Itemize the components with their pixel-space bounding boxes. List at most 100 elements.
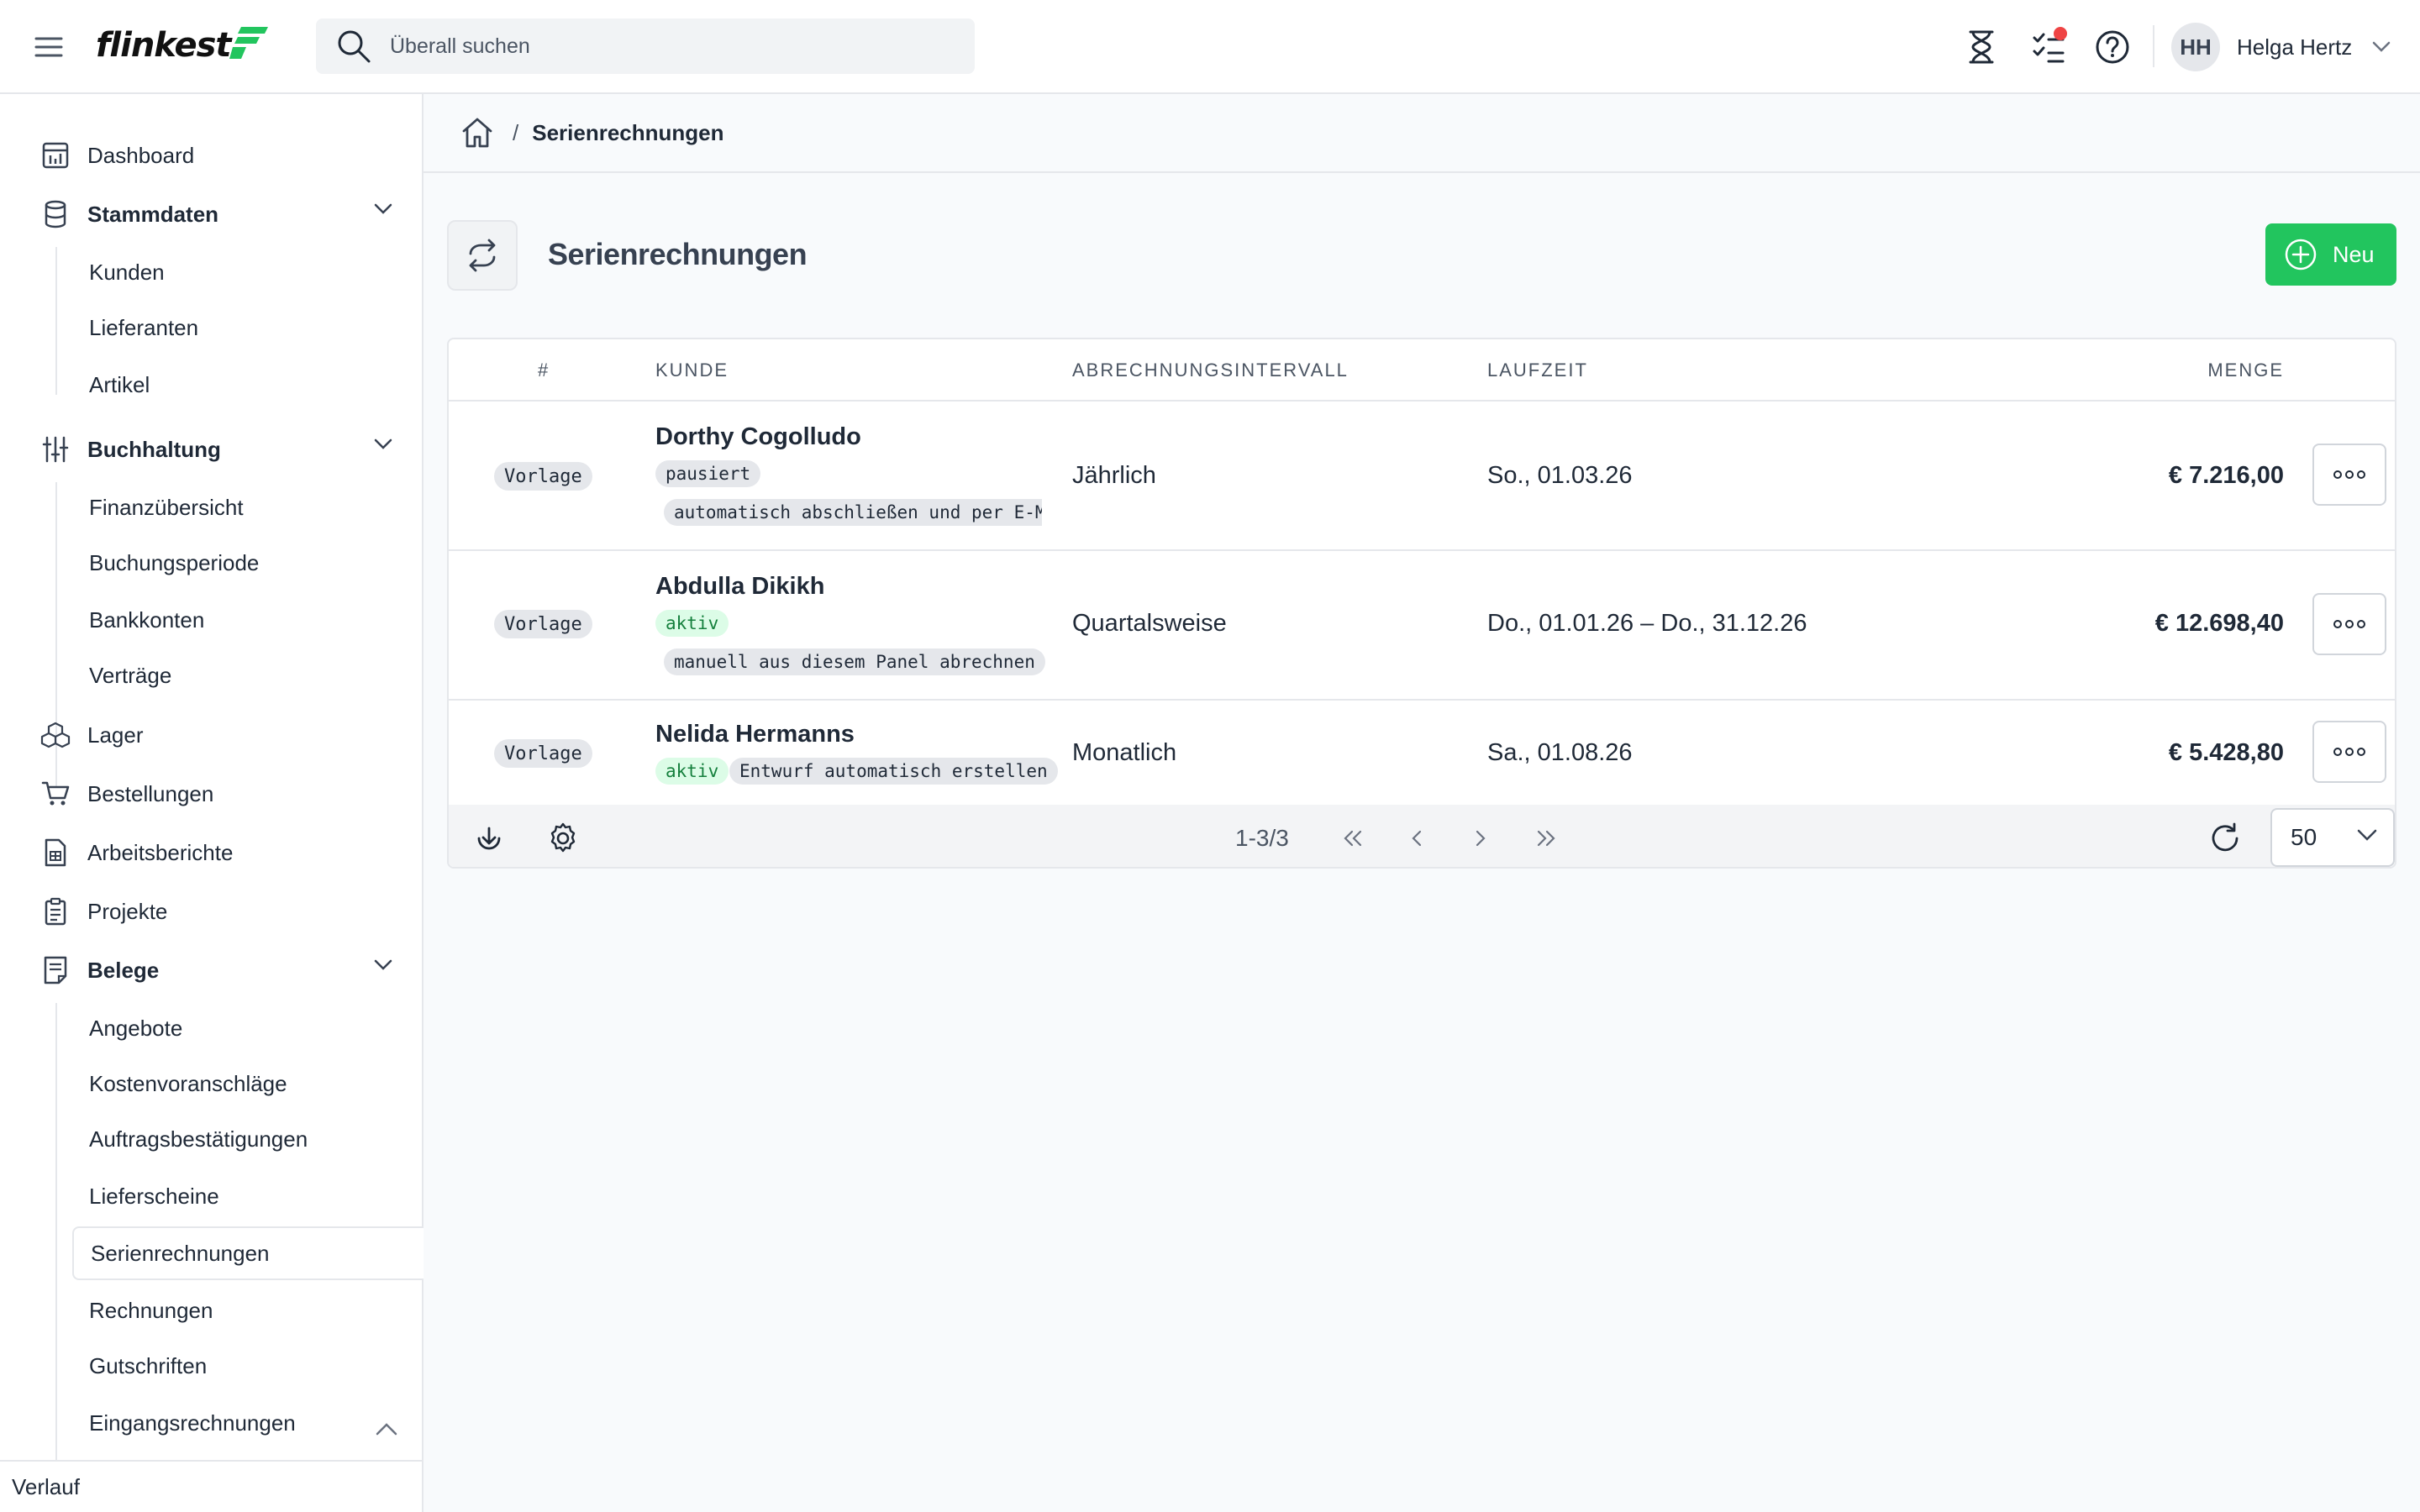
home-icon[interactable]	[459, 114, 496, 151]
sidebar-item-dashboard[interactable]: Dashboard	[40, 132, 393, 179]
sidebar-item-label: Bestellungen	[87, 780, 214, 806]
recurring-icon	[447, 220, 518, 291]
table-row[interactable]: Vorlage Nelida Hermanns aktiv Entwurf au…	[449, 701, 2395, 805]
sidebar-item-label: Lager	[87, 722, 144, 748]
table-footer: 1-3/3 50	[449, 805, 2395, 867]
pagination-range: 1-3/3	[1235, 825, 1289, 851]
sidebar-item-lager[interactable]: Lager	[40, 711, 393, 759]
term-value: So., 01.03.26	[1487, 462, 1633, 489]
breadcrumb-current: Serienrechnungen	[532, 119, 724, 145]
plus-circle-icon	[2285, 239, 2317, 270]
sidebar-item-gutschriften[interactable]: Gutschriften	[89, 1344, 417, 1388]
amount-value: € 5.428,80	[2168, 739, 2284, 766]
sidebar-item-projekte[interactable]: Projekte	[40, 888, 393, 935]
more-horizontal-icon	[2333, 620, 2365, 628]
row-actions-button[interactable]	[2312, 444, 2386, 506]
term-value: Sa., 01.08.26	[1487, 739, 1633, 766]
column-header-amount[interactable]: MENGE	[2207, 360, 2284, 381]
next-page-icon[interactable]	[1467, 825, 1494, 852]
sidebar-item-kostenvoranschlaege[interactable]: Kostenvoranschläge	[89, 1062, 417, 1105]
sidebar-item-finanzuebersicht[interactable]: Finanzübersicht	[89, 486, 417, 529]
task-list-icon[interactable]	[2027, 25, 2070, 69]
breadcrumb-separator: /	[513, 119, 519, 145]
new-button-label: Neu	[2333, 241, 2375, 267]
sidebar-item-auftragsbestaetigungen[interactable]: Auftragsbestätigungen	[89, 1117, 417, 1161]
row-actions-button[interactable]	[2312, 721, 2386, 783]
interval-value: Monatlich	[1072, 739, 1177, 766]
sidebar-item-angebote[interactable]: Angebote	[89, 1006, 417, 1050]
user-menu[interactable]: HH Helga Hertz	[2171, 22, 2391, 72]
template-badge: Vorlage	[494, 739, 592, 768]
sidebar-item-lieferanten[interactable]: Lieferanten	[89, 306, 417, 349]
document-icon	[40, 955, 71, 985]
user-name: Helga Hertz	[2237, 34, 2353, 60]
sidebar-item-rechnungen[interactable]: Rechnungen	[89, 1289, 417, 1332]
download-icon[interactable]	[472, 822, 506, 855]
sidebar-item-stammdaten[interactable]: Stammdaten	[40, 191, 393, 238]
hourglass-icon[interactable]	[1960, 25, 2003, 69]
sidebar-item-arbeitsberichte[interactable]: Arbeitsberichte	[40, 829, 393, 876]
help-icon[interactable]	[2091, 25, 2134, 69]
sidebar-item-lieferscheine[interactable]: Lieferscheine	[89, 1174, 417, 1218]
tree-line	[55, 247, 57, 395]
previous-page-icon[interactable]	[1403, 825, 1430, 852]
top-bar: flinkest HH Helga Hertz	[0, 0, 2420, 94]
per-page-value: 50	[2291, 824, 2317, 850]
sidebar-item-eingangsrechnungen[interactable]: Eingangsrechnungen	[89, 1401, 417, 1445]
dashboard-icon	[40, 140, 71, 171]
report-icon	[40, 837, 71, 868]
app-logo[interactable]: flinkest	[96, 22, 270, 69]
interval-value: Jährlich	[1072, 462, 1156, 489]
database-icon	[40, 199, 71, 229]
tree-line	[55, 1003, 57, 1504]
search-icon	[338, 30, 371, 63]
sidebar-item-vertraege[interactable]: Verträge	[89, 654, 417, 697]
sidebar-item-label: Belege	[87, 957, 160, 983]
chevron-up-icon[interactable]	[375, 1421, 398, 1436]
sidebar-item-serienrechnungen[interactable]: Serienrechnungen	[72, 1226, 424, 1280]
settings-gear-icon[interactable]	[546, 822, 580, 855]
column-header-interval[interactable]: ABRECHNUNGSINTERVALL	[1072, 360, 1349, 381]
chevron-down-icon	[374, 959, 392, 970]
status-badge: aktiv	[655, 610, 729, 637]
sidebar-item-artikel[interactable]: Artikel	[89, 363, 417, 407]
row-actions-button[interactable]	[2312, 593, 2386, 655]
refresh-icon[interactable]	[2208, 822, 2242, 855]
table-row[interactable]: Vorlage Abdulla Dikikh aktiv manuell aus…	[449, 551, 2395, 701]
column-header-number[interactable]: #	[538, 360, 550, 381]
recurring-invoices-table: # KUNDE ABRECHNUNGSINTERVALL LAUFZEIT ME…	[447, 338, 2396, 869]
clipboard-icon	[40, 896, 71, 927]
sidebar-item-kunden[interactable]: Kunden	[89, 250, 417, 294]
sidebar-item-buchhaltung[interactable]: Buchhaltung	[40, 426, 393, 473]
customer-name[interactable]: Nelida Hermanns	[655, 721, 855, 748]
interval-value: Quartalsweise	[1072, 610, 1227, 637]
menu-icon[interactable]	[30, 29, 67, 66]
column-header-customer[interactable]: KUNDE	[655, 360, 729, 381]
column-header-term[interactable]: LAUFZEIT	[1487, 360, 1588, 381]
logo-mark-icon	[229, 27, 268, 59]
avatar: HH	[2171, 23, 2220, 71]
table-row[interactable]: Vorlage Dorthy Cogolludo pausiert automa…	[449, 402, 2395, 551]
search-input[interactable]	[390, 34, 928, 59]
more-horizontal-icon	[2333, 748, 2365, 756]
per-page-select[interactable]: 50	[2270, 808, 2395, 867]
sidebar-item-bankkonten[interactable]: Bankkonten	[89, 598, 417, 642]
amount-value: € 12.698,40	[2154, 610, 2284, 637]
sliders-icon	[40, 434, 71, 465]
sidebar: Dashboard Stammdaten Kunden Lieferanten …	[0, 94, 424, 1512]
notification-badge	[2054, 27, 2067, 40]
customer-name[interactable]: Dorthy Cogolludo	[655, 423, 861, 451]
history-panel-toggle[interactable]: Verlauf	[0, 1460, 422, 1512]
chevron-down-icon	[2357, 829, 2377, 841]
sidebar-item-belege[interactable]: Belege	[40, 947, 393, 994]
customer-name[interactable]: Abdulla Dikikh	[655, 573, 824, 601]
template-badge: Vorlage	[494, 462, 592, 491]
global-search[interactable]	[316, 18, 975, 74]
sidebar-item-bestellungen[interactable]: Bestellungen	[40, 770, 393, 817]
first-page-icon[interactable]	[1339, 825, 1366, 852]
last-page-icon[interactable]	[1533, 825, 1560, 852]
sidebar-item-buchungsperiode[interactable]: Buchungsperiode	[89, 541, 417, 585]
new-button[interactable]: Neu	[2265, 223, 2396, 286]
status-badge: pausiert	[655, 460, 761, 487]
template-badge: Vorlage	[494, 610, 592, 638]
